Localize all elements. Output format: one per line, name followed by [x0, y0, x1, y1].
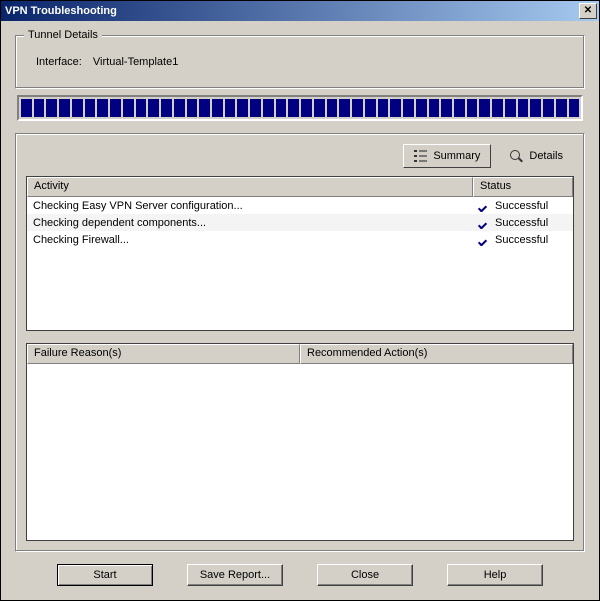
window-body: Tunnel Details Interface: Virtual-Templa…	[1, 21, 599, 600]
progress-segment	[416, 99, 427, 117]
progress-segment	[518, 99, 529, 117]
activity-cell: Checking Firewall...	[27, 234, 473, 246]
progress-segment	[174, 99, 185, 117]
list-icon	[414, 150, 427, 162]
magnifier-icon	[510, 150, 523, 163]
close-icon[interactable]: ✕	[579, 3, 597, 19]
progress-segment	[161, 99, 172, 117]
progress-segment	[314, 99, 325, 117]
details-button[interactable]: Details	[499, 144, 574, 168]
col-status[interactable]: Status	[473, 177, 573, 197]
checkmark-icon	[479, 218, 491, 228]
progress-segment	[97, 99, 108, 117]
status-cell: Successful	[473, 217, 573, 229]
results-panel: Summary Details Activity Status Checking…	[15, 133, 585, 552]
failure-grid: Failure Reason(s) Recommended Action(s)	[26, 343, 574, 541]
activity-grid-body: Checking Easy VPN Server configuration..…	[27, 197, 573, 248]
progress-segment	[110, 99, 121, 117]
failure-grid-body	[27, 364, 573, 540]
activity-grid: Activity Status Checking Easy VPN Server…	[26, 176, 574, 331]
progress-segment	[530, 99, 541, 117]
progress-segment	[505, 99, 516, 117]
progress-segment	[327, 99, 338, 117]
window-title: VPN Troubleshooting	[5, 5, 579, 17]
progress-segment	[225, 99, 236, 117]
progress-segment	[403, 99, 414, 117]
titlebar: VPN Troubleshooting ✕	[1, 1, 599, 21]
progress-segment	[34, 99, 45, 117]
tunnel-details-legend: Tunnel Details	[24, 29, 102, 41]
progress-segment	[212, 99, 223, 117]
table-row[interactable]: Checking Easy VPN Server configuration..…	[27, 197, 573, 214]
progress-segment	[85, 99, 96, 117]
progress-segment	[263, 99, 274, 117]
interface-label: Interface:	[36, 56, 82, 68]
summary-label: Summary	[433, 150, 480, 162]
summary-button[interactable]: Summary	[403, 144, 491, 168]
help-button[interactable]: Help	[447, 564, 543, 586]
status-text: Successful	[495, 234, 548, 246]
progress-segment	[441, 99, 452, 117]
progress-segment	[72, 99, 83, 117]
activity-cell: Checking dependent components...	[27, 217, 473, 229]
progress-segment	[288, 99, 299, 117]
status-cell: Successful	[473, 234, 573, 246]
save-report-button[interactable]: Save Report...	[187, 564, 283, 586]
progress-segment	[556, 99, 567, 117]
progress-segment	[46, 99, 57, 117]
button-row: Start Save Report... Close Help	[15, 552, 585, 590]
vpn-troubleshooting-window: VPN Troubleshooting ✕ Tunnel Details Int…	[0, 0, 600, 601]
progress-segment	[378, 99, 389, 117]
progress-segment	[569, 99, 580, 117]
progress-segment	[339, 99, 350, 117]
progress-segment	[237, 99, 248, 117]
progress-segment	[199, 99, 210, 117]
table-row[interactable]: Checking dependent components... Successf…	[27, 214, 573, 231]
progress-segment	[543, 99, 554, 117]
tunnel-details-group: Tunnel Details Interface: Virtual-Templa…	[15, 35, 585, 89]
checkmark-icon	[479, 235, 491, 245]
checkmark-icon	[479, 201, 491, 211]
progress-segment	[365, 99, 376, 117]
progress-segment	[250, 99, 261, 117]
status-text: Successful	[495, 217, 548, 229]
progress-bar	[17, 95, 583, 121]
progress-segment	[301, 99, 312, 117]
progress-segment	[276, 99, 287, 117]
progress-segment	[467, 99, 478, 117]
interface-row: Interface: Virtual-Template1	[26, 50, 574, 78]
interface-value: Virtual-Template1	[93, 56, 178, 68]
activity-cell: Checking Easy VPN Server configuration..…	[27, 200, 473, 212]
status-cell: Successful	[473, 200, 573, 212]
progress-segment	[390, 99, 401, 117]
progress-segment	[148, 99, 159, 117]
col-activity[interactable]: Activity	[27, 177, 473, 197]
progress-segment	[59, 99, 70, 117]
table-row[interactable]: Checking Firewall... Successful	[27, 231, 573, 248]
progress-segment	[492, 99, 503, 117]
progress-segment	[187, 99, 198, 117]
progress-segment	[429, 99, 440, 117]
activity-grid-header: Activity Status	[27, 177, 573, 197]
progress-segment	[479, 99, 490, 117]
col-failure-reason[interactable]: Failure Reason(s)	[27, 344, 300, 364]
progress-segment	[123, 99, 134, 117]
failure-grid-header: Failure Reason(s) Recommended Action(s)	[27, 344, 573, 364]
view-toolbar: Summary Details	[26, 144, 574, 168]
progress-segment	[352, 99, 363, 117]
col-recommended-action[interactable]: Recommended Action(s)	[300, 344, 573, 364]
start-button[interactable]: Start	[57, 564, 153, 586]
progress-segment	[454, 99, 465, 117]
status-text: Successful	[495, 200, 548, 212]
progress-segment	[136, 99, 147, 117]
close-button[interactable]: Close	[317, 564, 413, 586]
progress-segment	[21, 99, 32, 117]
details-label: Details	[529, 150, 563, 162]
